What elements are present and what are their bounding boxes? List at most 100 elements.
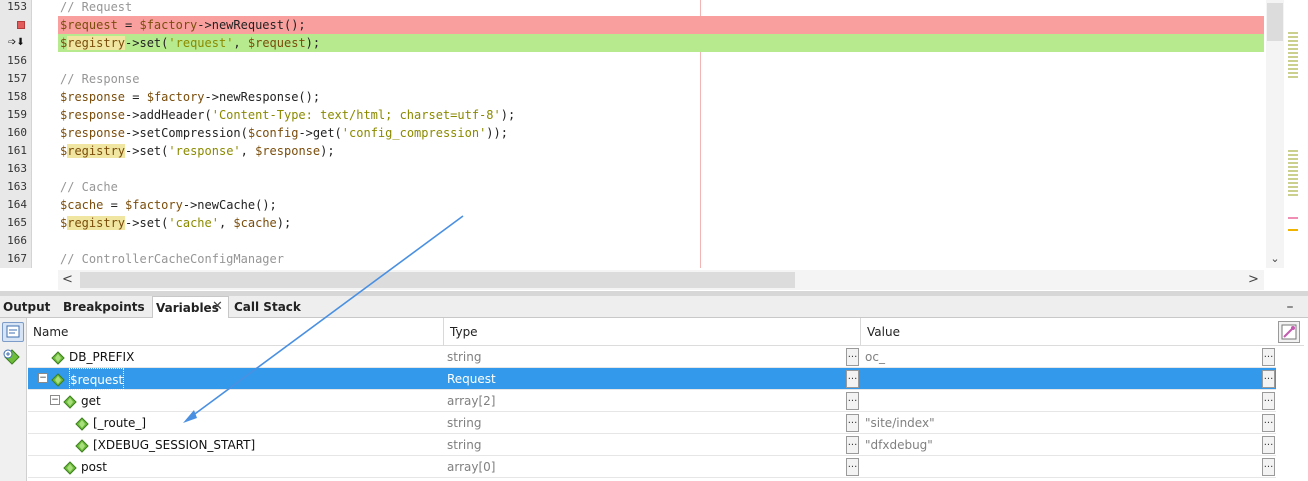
code-line[interactable] <box>58 52 1264 70</box>
tab-breakpoints[interactable]: Breakpoints <box>60 296 150 318</box>
tab-call-stack[interactable]: Call Stack <box>231 296 311 318</box>
breakpoint-line[interactable]: $request = $factory->newRequest(); <box>58 16 1264 34</box>
comment-line[interactable]: // ControllerCacheConfigManager <box>58 250 1264 268</box>
new-watch-icon[interactable] <box>2 348 24 368</box>
error-stripe-mark[interactable] <box>1288 162 1298 164</box>
variable-value[interactable]: "site/index" <box>865 412 1260 434</box>
column-separator[interactable] <box>860 318 861 346</box>
edit-type-ellipsis-icon[interactable]: ... <box>846 414 859 432</box>
close-tab-icon[interactable]: ✕ <box>212 296 223 318</box>
variable-value[interactable]: oc_ <box>865 346 1260 368</box>
code-line[interactable]: $registry->set('response', $response); <box>58 142 1264 160</box>
error-stripe-mark[interactable] <box>1288 150 1298 152</box>
code-line[interactable]: $response = $factory->newResponse(); <box>58 88 1264 106</box>
vertical-scroll-thumb[interactable] <box>1267 3 1283 41</box>
edit-type-ellipsis-icon[interactable]: ... <box>846 348 859 366</box>
error-stripe-mark[interactable] <box>1288 76 1298 78</box>
error-stripe-mark[interactable] <box>1288 64 1298 66</box>
tab-output[interactable]: Output <box>0 296 58 318</box>
error-stripe-mark[interactable] <box>1288 182 1298 184</box>
code-editor[interactable]: 153 ➩⬇ 156 157 158 159 160 161 163 163 164 165 166 16… <box>0 0 1300 290</box>
variable-gem-icon <box>63 394 77 409</box>
variable-row[interactable]: [_route_] string... "site/index"... <box>28 412 1276 434</box>
table-settings-icon[interactable] <box>1278 321 1300 343</box>
error-stripe-mark[interactable] <box>1288 36 1298 38</box>
error-stripe-mark[interactable] <box>1288 217 1298 219</box>
code-line[interactable]: $cache = $factory->newCache(); <box>58 196 1264 214</box>
error-stripe-mark[interactable] <box>1288 56 1298 58</box>
error-stripe-mark[interactable] <box>1288 44 1298 46</box>
line-number-gutter[interactable]: 153 ➩⬇ 156 157 158 159 160 161 163 163 164 165 166 16… <box>0 0 32 268</box>
error-stripe-mark[interactable] <box>1288 170 1298 172</box>
minimize-panel-icon[interactable]: – <box>1282 296 1298 318</box>
variable-type: array[2] <box>447 394 496 408</box>
variable-name: [XDEBUG_SESSION_START] <box>93 438 256 452</box>
error-stripe-mark[interactable] <box>1288 229 1298 231</box>
error-stripe-mark[interactable] <box>1288 166 1298 168</box>
line-number: 163 <box>7 162 27 175</box>
edit-value-ellipsis-icon[interactable]: ... <box>1262 414 1275 432</box>
error-stripe-mark[interactable] <box>1288 194 1298 196</box>
error-stripe-mark[interactable] <box>1288 158 1298 160</box>
error-stripe-mark[interactable] <box>1288 186 1298 188</box>
error-stripe-mark[interactable] <box>1288 48 1298 50</box>
error-stripe-mark[interactable] <box>1288 174 1298 176</box>
breakpoint-icon[interactable] <box>17 21 25 29</box>
error-stripe-mark[interactable] <box>1288 68 1298 70</box>
code-line[interactable]: $response->setCompression($config->get('… <box>58 124 1264 142</box>
horizontal-scroll-thumb[interactable] <box>80 272 795 288</box>
error-stripe-mark[interactable] <box>1288 178 1298 180</box>
error-stripe-mark[interactable] <box>1288 154 1298 156</box>
debug-panel-tabs: Output Breakpoints Variables ✕ Call Stac… <box>0 296 1308 318</box>
code-line[interactable]: $response->addHeader('Content-Type: text… <box>58 106 1264 124</box>
variable-gem-icon <box>51 372 65 387</box>
edit-type-ellipsis-icon[interactable]: ... <box>846 458 859 476</box>
variable-row[interactable]: − $request Request...... <box>28 368 1276 390</box>
column-name-header[interactable]: Name <box>28 318 68 346</box>
comment-line[interactable]: // Response <box>58 70 1264 88</box>
code-line[interactable]: $registry->set('cache', $cache); <box>58 214 1264 232</box>
collapse-toggle-icon[interactable]: − <box>38 373 48 383</box>
variable-name: $request <box>69 368 125 390</box>
column-type-header[interactable]: Type <box>445 318 478 346</box>
edit-value-ellipsis-icon[interactable]: ... <box>1262 458 1275 476</box>
error-stripe-mark[interactable] <box>1288 190 1298 192</box>
edit-value-ellipsis-icon[interactable]: ... <box>1262 436 1275 454</box>
error-stripe-mark[interactable] <box>1288 52 1298 54</box>
variable-type: string <box>447 350 482 364</box>
variable-type: string <box>447 416 482 430</box>
comment-line[interactable]: // Cache <box>58 178 1264 196</box>
scroll-left-arrow-icon[interactable]: < <box>62 272 73 288</box>
variable-row[interactable]: post array[0]...... <box>28 456 1276 478</box>
line-number: 157 <box>7 72 27 85</box>
column-separator[interactable] <box>443 318 444 346</box>
edit-value-ellipsis-icon[interactable]: ... <box>1262 370 1275 388</box>
edit-type-ellipsis-icon[interactable]: ... <box>846 392 859 410</box>
current-line[interactable]: $registry->set('request', $request); <box>58 34 1264 52</box>
scroll-down-arrow-icon[interactable]: ⌄ <box>1266 251 1284 267</box>
error-stripe-mark[interactable] <box>1288 60 1298 62</box>
comment-line[interactable]: // Request <box>58 0 1264 16</box>
edit-type-ellipsis-icon[interactable]: ... <box>846 436 859 454</box>
code-line[interactable] <box>58 232 1264 250</box>
variable-row[interactable]: DB_PREFIX string... oc_... <box>28 346 1276 368</box>
collapse-toggle-icon[interactable]: − <box>50 395 60 405</box>
variable-name: get <box>81 394 101 408</box>
code-line[interactable] <box>58 160 1264 178</box>
debug-view-icon[interactable] <box>2 322 24 342</box>
variable-row[interactable]: − get array[2]...... <box>28 390 1276 412</box>
edit-value-ellipsis-icon[interactable]: ... <box>1262 392 1275 410</box>
column-value-header[interactable]: Value <box>862 318 900 346</box>
variable-value[interactable]: "dfxdebug" <box>865 434 1260 456</box>
variable-value[interactable] <box>865 390 1260 412</box>
error-stripe-mark[interactable] <box>1288 72 1298 74</box>
error-stripe-mark[interactable] <box>1288 40 1298 42</box>
edit-value-ellipsis-icon[interactable]: ... <box>1262 348 1275 366</box>
breakpoint-marker[interactable] <box>0 16 32 34</box>
variable-value[interactable] <box>865 368 1260 390</box>
edit-type-ellipsis-icon[interactable]: ... <box>846 370 859 388</box>
variable-value[interactable] <box>865 456 1260 478</box>
variable-row[interactable]: [XDEBUG_SESSION_START] string... "dfxdebug… <box>28 434 1276 456</box>
scroll-right-arrow-icon[interactable]: > <box>1248 272 1259 288</box>
error-stripe-mark[interactable] <box>1288 32 1298 34</box>
